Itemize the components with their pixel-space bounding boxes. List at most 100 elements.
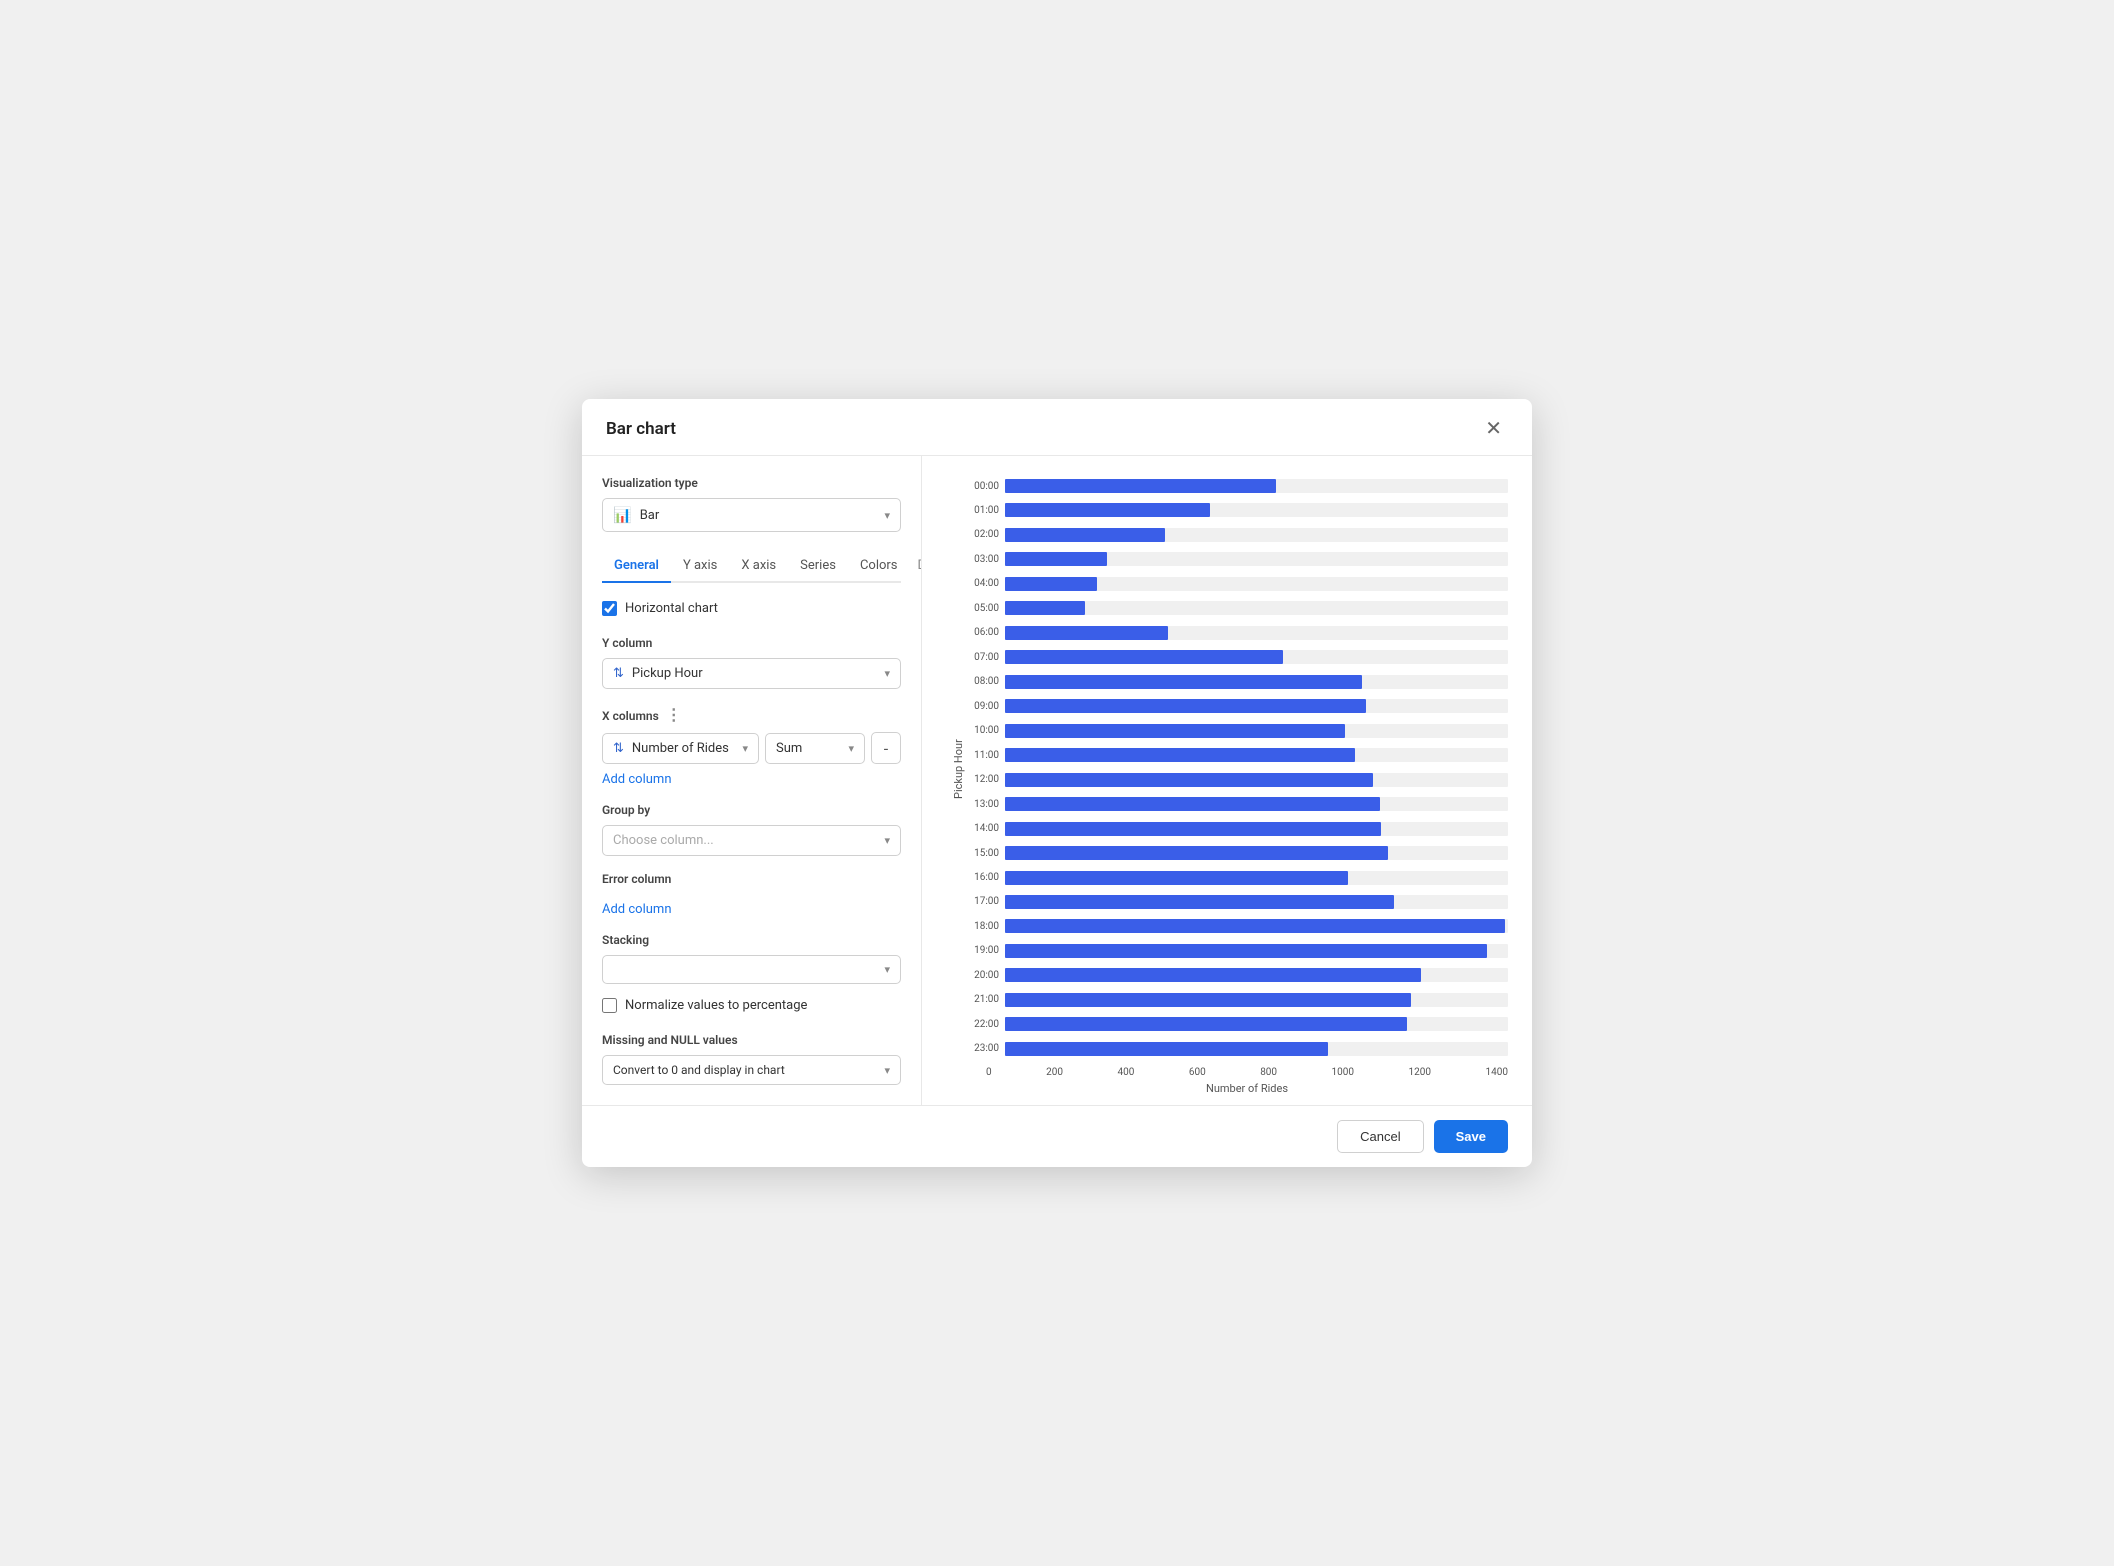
tab-more[interactable]: Dat [910,550,922,583]
bar-fill [1005,993,1411,1007]
y-axis-label: Pickup Hour [946,476,965,1063]
bar-track [1005,626,1508,640]
bar-row: 21:00 [965,990,1508,1010]
bar-track [1005,846,1508,860]
bar-time-label: 22:00 [965,1019,999,1030]
bar-fill [1005,552,1107,566]
bar-fill [1005,479,1276,493]
normalize-checkbox[interactable] [602,998,617,1013]
bar-row: 09:00 [965,696,1508,716]
stacking-select[interactable]: ▾ [602,955,901,984]
null-values-select[interactable]: Convert to 0 and display in chart ▾ [602,1055,901,1085]
bar-time-label: 09:00 [965,701,999,712]
bar-row: 16:00 [965,868,1508,888]
viz-type-value: Bar [640,508,660,523]
tab-xaxis[interactable]: X axis [729,550,788,583]
bar-time-label: 15:00 [965,848,999,859]
horizontal-chart-label[interactable]: Horizontal chart [625,601,718,616]
bar-time-label: 12:00 [965,774,999,785]
bar-fill [1005,1017,1407,1031]
bar-track [1005,871,1508,885]
bar-row: 07:00 [965,647,1508,667]
x-columns-label: X columns ⋮ [602,705,901,724]
bar-track [1005,675,1508,689]
bar-row: 13:00 [965,794,1508,814]
bar-row: 06:00 [965,623,1508,643]
y-column-section: Y column ⇅ Pickup Hour ▾ [602,636,901,689]
bar-track [1005,968,1508,982]
tab-general[interactable]: General [602,550,671,583]
tab-yaxis[interactable]: Y axis [671,550,729,583]
bar-row: 01:00 [965,500,1508,520]
bar-fill [1005,748,1355,762]
bar-time-label: 05:00 [965,603,999,614]
x-tick: 1000 [1332,1067,1354,1078]
bar-chart-modal: Bar chart ✕ Visualization type 📊 Bar ▾ G… [582,399,1532,1167]
bar-time-label: 06:00 [965,627,999,638]
y-column-select[interactable]: ⇅ Pickup Hour ▾ [602,658,901,689]
remove-column-button[interactable]: - [871,732,901,764]
bar-time-label: 23:00 [965,1043,999,1054]
bar-time-label: 00:00 [965,481,999,492]
bar-row: 02:00 [965,525,1508,545]
bars-container: 00:00 01:00 02:00 03:00 04:00 05:00 06:00 07:00… [965,476,1508,1063]
x-columns-dots-icon[interactable]: ⋮ [666,705,682,724]
x-agg-select[interactable]: Sum ▾ [765,733,865,764]
cancel-button[interactable]: Cancel [1337,1120,1423,1153]
bar-time-label: 02:00 [965,529,999,540]
bar-fill [1005,626,1168,640]
stacking-section: Stacking ▾ [602,933,901,984]
group-by-label: Group by [602,803,901,817]
horizontal-chart-checkbox[interactable] [602,601,617,616]
x-tick: 0 [986,1067,992,1078]
bar-track [1005,577,1508,591]
bar-fill [1005,822,1381,836]
bar-row: 19:00 [965,941,1508,961]
group-by-placeholder: Choose column... [613,833,714,848]
bar-time-label: 13:00 [965,799,999,810]
viz-type-select[interactable]: 📊 Bar ▾ [602,498,901,532]
tab-series[interactable]: Series [788,550,848,583]
chart-area: Pickup Hour 00:00 01:00 02:00 03:00 04:00 05:… [946,476,1508,1063]
bar-time-label: 01:00 [965,505,999,516]
bar-track [1005,699,1508,713]
bar-track [1005,919,1508,933]
bar-fill [1005,650,1283,664]
bar-chart-icon: 📊 [613,506,632,524]
add-error-column-link[interactable]: Add column [602,902,672,917]
bar-row: 12:00 [965,770,1508,790]
close-button[interactable]: ✕ [1479,417,1508,441]
bar-fill [1005,871,1348,885]
bar-time-label: 03:00 [965,554,999,565]
bar-track [1005,479,1508,493]
bar-time-label: 20:00 [965,970,999,981]
x-ticks: 0200400600800100012001400 [986,1063,1508,1078]
normalize-row: Normalize values to percentage [602,998,901,1013]
x-column-select[interactable]: ⇅ Number of Rides ▾ [602,733,759,764]
modal-body: Visualization type 📊 Bar ▾ General Y axi… [582,456,1532,1105]
x-columns-section: X columns ⋮ ⇅ Number of Rides ▾ Sum ▾ [602,705,901,787]
tab-colors[interactable]: Colors [848,550,910,583]
x-tick: 1200 [1409,1067,1431,1078]
bar-time-label: 21:00 [965,994,999,1005]
bar-fill [1005,919,1505,933]
stacking-chevron-icon: ▾ [884,963,890,976]
bar-track [1005,822,1508,836]
right-panel: Pickup Hour 00:00 01:00 02:00 03:00 04:00 05:… [922,456,1532,1105]
group-by-select[interactable]: Choose column... ▾ [602,825,901,856]
add-x-column-link[interactable]: Add column [602,772,672,787]
bar-track [1005,601,1508,615]
normalize-label[interactable]: Normalize values to percentage [625,998,807,1013]
bar-track [1005,748,1508,762]
save-button[interactable]: Save [1434,1120,1508,1153]
bar-fill [1005,577,1097,591]
bar-row: 23:00 [965,1039,1508,1059]
x-agg-chevron-icon: ▾ [848,742,854,755]
y-column-value: Pickup Hour [632,666,703,681]
x-tick: 600 [1189,1067,1206,1078]
stacking-label: Stacking [602,933,901,947]
bar-fill [1005,773,1373,787]
bar-fill [1005,699,1366,713]
bar-row: 04:00 [965,574,1508,594]
x-axis-area: 0200400600800100012001400 Number of Ride… [986,1063,1508,1095]
